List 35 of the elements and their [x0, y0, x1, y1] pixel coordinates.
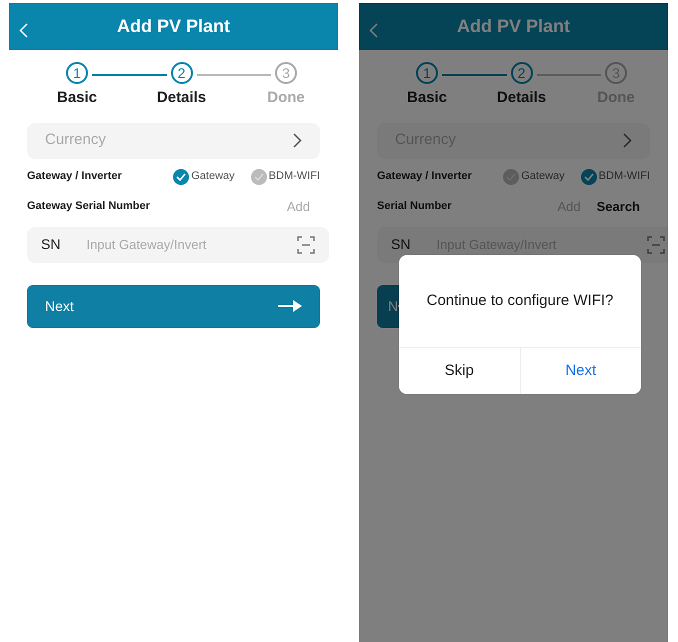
step-label: Details [496, 88, 546, 108]
serial-number-label: Serial Number [377, 199, 452, 214]
arrow-right-icon [278, 300, 302, 312]
radio-option[interactable]: Gateway [503, 168, 565, 185]
gateway-label: Gateway / Inverter [377, 169, 472, 184]
step-label: Basic [406, 88, 448, 108]
step-number: 2 [510, 62, 532, 84]
step-number: 2 [170, 62, 192, 84]
screen-title: Add PV Plant [116, 15, 230, 38]
field-placeholder: Input Gateway/Invert [86, 236, 208, 254]
step-label: Done [267, 88, 305, 108]
radio-option[interactable]: Gateway [173, 168, 235, 185]
radio-option[interactable]: BDM-WIFI [250, 168, 320, 185]
next-button[interactable]: Next [27, 284, 320, 328]
scan-icon[interactable] [647, 236, 665, 254]
serial-number-field[interactable]: SN Input Gateway/Invert [27, 226, 329, 262]
chevron-right-icon [293, 133, 302, 148]
sn-prefix: SN [391, 235, 410, 254]
sn-prefix: SN [41, 235, 60, 254]
radio-option[interactable]: BDM-WIFI [580, 168, 650, 185]
screen-title: Add PV Plant [456, 15, 570, 38]
next-button[interactable]: Next [520, 348, 641, 394]
step-number: 1 [66, 62, 88, 84]
step-number: 3 [275, 62, 297, 84]
dialog-message: Continue to configure WIFI? [426, 290, 614, 311]
step-label: Details [156, 88, 206, 108]
search-link[interactable]: Search [596, 196, 640, 216]
add-link[interactable]: Add [286, 196, 310, 216]
step-number: 1 [416, 62, 438, 84]
serial-number-label: Gateway Serial Number [27, 199, 150, 214]
chevron-right-icon [623, 133, 632, 148]
gateway-label: Gateway / Inverter [27, 169, 122, 184]
step-label: Basic [56, 88, 98, 108]
currency-placeholder: Currency [45, 130, 106, 150]
scan-icon[interactable] [297, 236, 315, 254]
